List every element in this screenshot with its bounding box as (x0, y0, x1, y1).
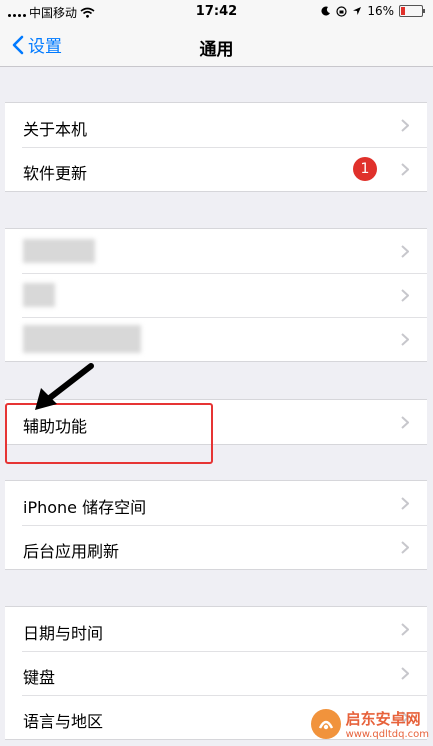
row-label: 软件更新 (23, 164, 88, 183)
battery-percent: 16% (367, 4, 394, 18)
chevron-right-icon (401, 119, 409, 132)
watermark-title: 启东安卓网 (345, 710, 421, 728)
settings-group-obscured (5, 228, 427, 362)
chevron-right-icon (401, 245, 409, 258)
row-obscured-2[interactable] (5, 273, 427, 317)
row-software-update[interactable]: 软件更新 1 (5, 147, 427, 191)
pixelated-text (23, 325, 141, 353)
pixelated-text (23, 239, 95, 263)
row-keyboard[interactable]: 键盘 (5, 651, 427, 695)
status-bar: 中国移动 17:42 16% (0, 0, 433, 24)
row-label: 键盘 (23, 668, 56, 687)
settings-group-storage: iPhone 储存空间 后台应用刷新 (5, 480, 427, 570)
chevron-right-icon (401, 416, 409, 429)
row-label: 日期与时间 (23, 624, 104, 643)
row-label: iPhone 储存空间 (23, 498, 147, 517)
page-title: 通用 (199, 40, 234, 60)
notification-badge: 1 (353, 157, 377, 181)
row-background-refresh[interactable]: 后台应用刷新 (5, 525, 427, 569)
moon-icon (321, 6, 331, 16)
chevron-right-icon (401, 163, 409, 176)
highlight-box (5, 403, 213, 464)
pointer-arrow-icon (35, 363, 94, 410)
row-label: 语言与地区 (23, 712, 104, 731)
row-iphone-storage[interactable]: iPhone 储存空间 (5, 481, 427, 525)
watermark-text: 启东安卓网 www.qdltdq.com (346, 708, 429, 740)
location-icon (353, 7, 362, 15)
row-about[interactable]: 关于本机 (5, 103, 427, 147)
watermark-url: www.qdltdq.com (345, 729, 429, 740)
battery-icon (399, 5, 425, 17)
pixelated-text (23, 283, 55, 307)
chevron-right-icon (401, 289, 409, 302)
status-right: 16% (321, 4, 425, 18)
chevron-right-icon (401, 497, 409, 510)
row-date-time[interactable]: 日期与时间 (5, 607, 427, 651)
watermark-logo-icon (310, 709, 341, 739)
row-label: 后台应用刷新 (23, 542, 120, 561)
chevron-right-icon (401, 667, 409, 680)
watermark: 启东安卓网 www.qdltdq.com (310, 708, 429, 740)
rotation-lock-icon (336, 5, 347, 17)
chevron-right-icon (401, 541, 409, 554)
row-obscured-1[interactable] (5, 229, 427, 273)
row-label: 关于本机 (23, 120, 88, 139)
navigation-bar: 设置 通用 (0, 24, 433, 67)
row-obscured-3[interactable] (5, 317, 427, 361)
chevron-right-icon (401, 333, 409, 346)
settings-group-about: 关于本机 软件更新 1 (5, 102, 427, 192)
chevron-right-icon (401, 623, 409, 636)
